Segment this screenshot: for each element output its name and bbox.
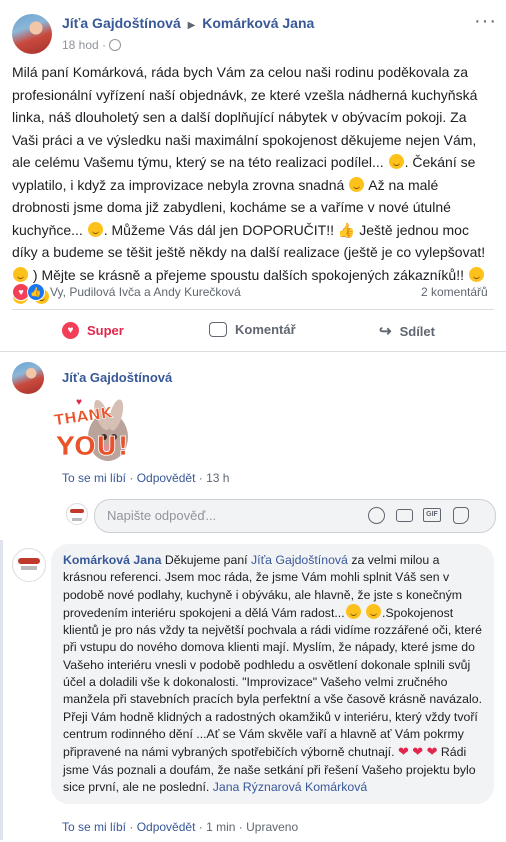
comment2-edited[interactable]: Upraveno	[246, 820, 298, 834]
grin-emoji	[349, 176, 365, 192]
comment-author[interactable]: Jíťa Gajdoštínová	[62, 370, 172, 385]
post-recipient-link[interactable]: Komárková Jana	[202, 15, 314, 31]
smile-emoji	[87, 221, 103, 237]
gif-icon[interactable]: GIF	[423, 508, 441, 522]
smile-emoji	[366, 603, 382, 619]
svg-text:YOU!: YOU!	[55, 432, 129, 462]
comment1-actions: To se mi líbí · Odpovědět · 13 h	[62, 471, 230, 485]
comment-icon	[209, 322, 227, 337]
sticker-icon[interactable]	[453, 507, 469, 524]
reply-input[interactable]: Napište odpověď... GIF	[94, 499, 496, 533]
comment2-actions: To se mi líbí · Odpovědět · 1 min · Upra…	[62, 820, 299, 834]
thank-you-sticker: THANK YOU! ♥	[52, 393, 132, 467]
comment1-reply-link[interactable]: Odpovědět	[137, 471, 196, 485]
share-button[interactable]: ↪ Sdílet	[379, 322, 435, 340]
smile-emoji	[345, 603, 361, 619]
more-options-icon[interactable]: ···	[474, 10, 497, 33]
comment2-signature[interactable]: Jana Rýznarová Komárková	[213, 780, 367, 794]
post-author-link[interactable]: Jíťa Gajdoštínová	[62, 15, 181, 31]
thumbs-up-icon: 👍	[337, 221, 356, 238]
smile-emoji	[388, 154, 404, 169]
post-time[interactable]: 18 hod	[62, 38, 99, 52]
like-button[interactable]: ♥ Super	[62, 322, 124, 339]
reaction-icons[interactable]: ♥ 👍	[12, 283, 45, 301]
comments-count[interactable]: 2 komentářů	[421, 285, 488, 299]
heart-emoji: ❤	[397, 744, 409, 760]
camera-icon[interactable]	[396, 509, 413, 522]
comment2-mention[interactable]: Jíťa Gajdoštínová	[251, 553, 348, 567]
share-icon: ↪	[379, 323, 392, 340]
comment2-author[interactable]: Komárková Jana	[63, 553, 161, 567]
globe-icon	[109, 39, 122, 51]
divider	[12, 309, 494, 310]
comment2-like-link[interactable]: To se mi líbí	[62, 820, 126, 834]
like-reaction-icon: 👍	[27, 283, 45, 301]
comment2-author-avatar[interactable]	[12, 548, 46, 582]
reaction-summary[interactable]: Vy, Pudilová Ivča a Andy Kurečková	[50, 285, 241, 299]
smile-emoji	[468, 266, 484, 282]
reply-placeholder: Napište odpověď...	[107, 508, 217, 523]
heart-emoji: ❤	[426, 744, 438, 760]
comment2-time[interactable]: 1 min	[206, 820, 235, 834]
comment1-like-link[interactable]: To se mi líbí	[62, 471, 126, 485]
laugh-emoji	[13, 266, 28, 282]
divider	[0, 351, 506, 352]
comment2-bubble: Komárková Jana Děkujeme paní Jíťa Gajdoš…	[51, 544, 494, 805]
post-body: Milá paní Komárková, ráda bych Vám za ce…	[12, 61, 496, 309]
heart-icon: ♥	[62, 322, 79, 339]
emoji-picker-icon[interactable]	[368, 507, 385, 524]
reply-avatar	[66, 503, 88, 525]
svg-text:♥: ♥	[76, 397, 82, 408]
arrow-right-icon: ▶	[187, 20, 196, 31]
comment2-reply-link[interactable]: Odpovědět	[137, 820, 196, 834]
heart-emoji: ❤	[412, 744, 424, 760]
reply-highlight-bar	[0, 540, 3, 840]
comment-button[interactable]: Komentář	[209, 322, 296, 337]
post-author-avatar[interactable]	[12, 14, 52, 54]
post-time-row: 18 hod ·	[62, 38, 122, 52]
comment1-time[interactable]: 13 h	[206, 471, 229, 485]
comment-author-avatar[interactable]	[12, 362, 44, 394]
post-header: Jíťa Gajdoštínová ▶ Komárková Jana	[62, 15, 314, 31]
